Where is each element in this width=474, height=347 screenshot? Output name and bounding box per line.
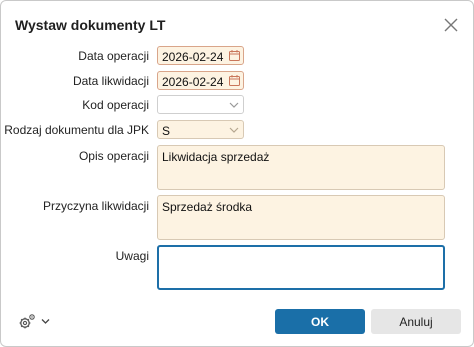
ok-button[interactable]: OK: [275, 309, 365, 334]
chevron-down-icon[interactable]: [41, 318, 50, 325]
dialog: Wystaw dokumenty LT Data operacji 2026-0…: [0, 0, 474, 347]
data-likwidacji-value: 2026-02-24: [162, 75, 224, 89]
data-operacji-label: Data operacji: [78, 49, 149, 63]
przyczyna-likwidacji-textarea[interactable]: Sprzedaż środka: [157, 195, 445, 240]
data-likwidacji-field[interactable]: 2026-02-24: [157, 71, 244, 90]
rodzaj-jpk-label: Rodzaj dokumentu dla JPK: [4, 123, 149, 137]
chevron-down-icon[interactable]: [229, 101, 239, 109]
opis-operacji-textarea[interactable]: Likwidacja sprzedaż: [157, 145, 445, 190]
przyczyna-likwidacji-value: Sprzedaż środka: [162, 200, 253, 214]
cancel-button[interactable]: Anuluj: [371, 309, 461, 334]
opis-operacji-value: Likwidacja sprzedaż: [162, 150, 270, 164]
rodzaj-jpk-select[interactable]: S: [157, 120, 244, 139]
chevron-down-icon[interactable]: [229, 126, 239, 134]
uwagi-textarea[interactable]: [157, 245, 445, 290]
calendar-icon[interactable]: [229, 50, 240, 61]
rodzaj-jpk-value: S: [162, 124, 171, 138]
kod-operacji-select[interactable]: [157, 95, 244, 114]
kod-operacji-label: Kod operacji: [82, 98, 149, 112]
data-likwidacji-label: Data likwidacji: [72, 74, 149, 88]
gear-icon[interactable]: [18, 313, 36, 331]
opis-operacji-label: Opis operacji: [78, 149, 149, 163]
calendar-icon[interactable]: [229, 75, 240, 86]
close-icon[interactable]: [442, 16, 460, 34]
przyczyna-likwidacji-label: Przyczyna likwidacji: [42, 199, 149, 213]
uwagi-label: Uwagi: [115, 249, 149, 263]
dialog-title: Wystaw dokumenty LT: [15, 17, 166, 33]
data-operacji-value: 2026-02-24: [162, 50, 224, 64]
data-operacji-field[interactable]: 2026-02-24: [157, 46, 244, 65]
